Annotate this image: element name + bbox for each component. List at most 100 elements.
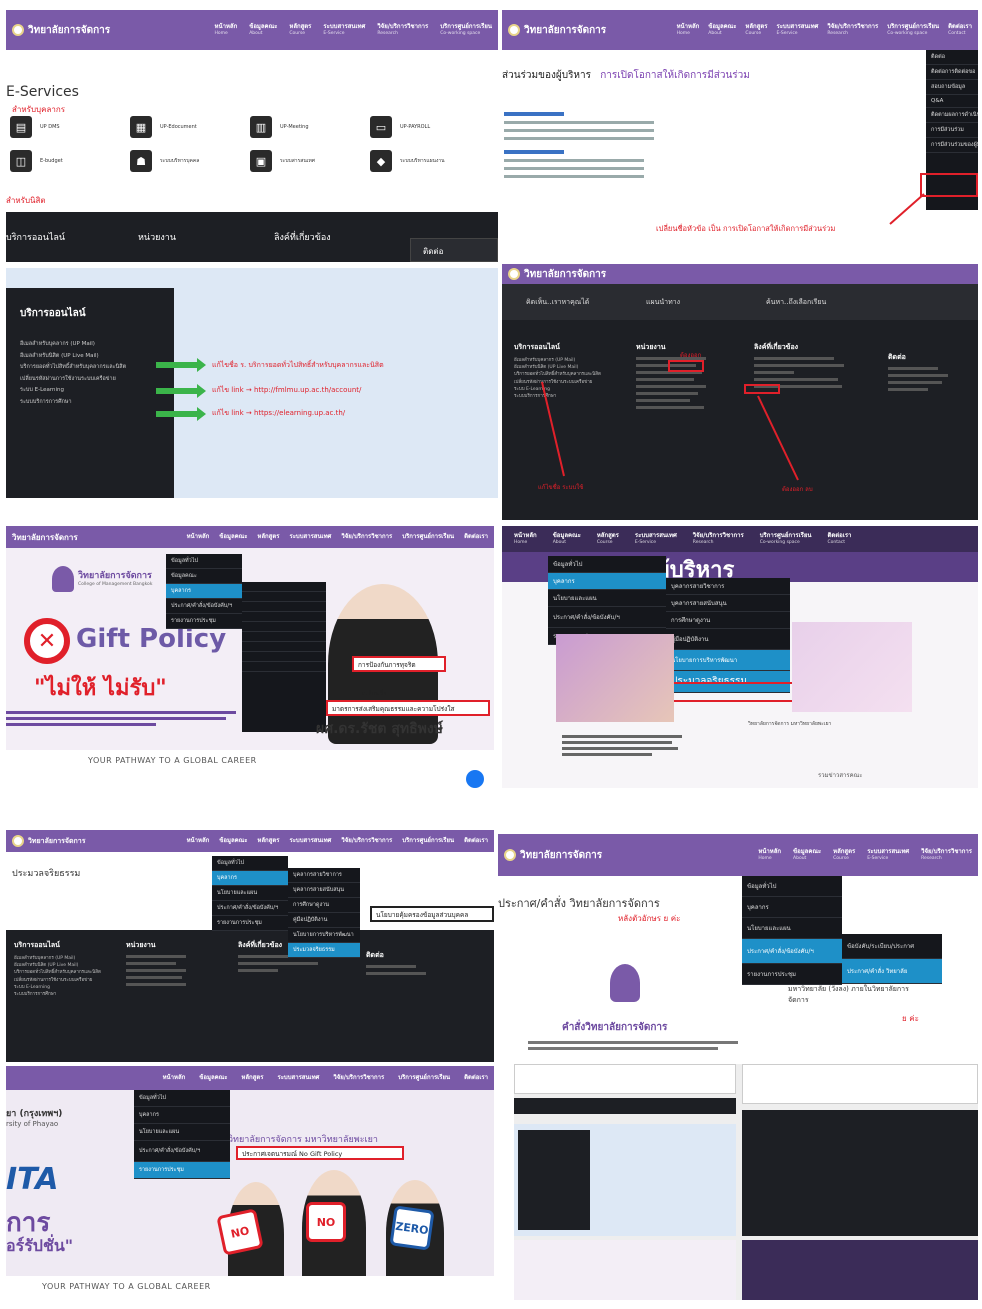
nav-contact[interactable]: ติดต่อเรา	[464, 837, 488, 845]
nav-home[interactable]: หน้าหลัก	[163, 1074, 186, 1082]
menu-item[interactable]: ข้อมูลทั่วไป	[548, 556, 666, 573]
menu-item[interactable]: บุคลากร	[742, 897, 842, 918]
nav-eservice[interactable]: ระบบสารสนเทศ E-Service	[776, 23, 818, 36]
nav-eservice[interactable]: ระบบสารสนเทศ E-Service	[867, 848, 909, 861]
menu-item[interactable]: การศึกษาดูงาน	[288, 898, 360, 913]
col-item[interactable]: เปลี่ยนรหัสผ่านการใช้งานระบบเครือข่าย	[14, 977, 101, 984]
nav-coworking[interactable]: บริการศูนย์การเรียน	[398, 1074, 450, 1082]
menu-item[interactable]: บุคลากรสายสนับสนุน	[666, 595, 790, 612]
nav-course[interactable]: หลักสูตร Course	[289, 23, 311, 36]
menu-item[interactable]: รายงานการประชุม	[212, 916, 288, 931]
service-item[interactable]: ▦ UP-Edocument	[130, 116, 250, 138]
menu-item[interactable]: สอบถามข้อมูล	[926, 80, 978, 95]
online-item[interactable]: เปลี่ยนรหัสผ่านการใช้งานระบบเครือข่าย	[20, 374, 160, 386]
nav-coworking[interactable]: บริการศูนย์การเรียน	[402, 837, 454, 845]
menu-item[interactable]: ข้อมูลทั่วไป	[166, 554, 242, 569]
nav-about[interactable]: ข้อมูลคณะ	[219, 533, 247, 541]
menu-item[interactable]: บุคลากร	[134, 1107, 230, 1124]
menu-item[interactable]: นโยบายการบริหารพัฒนา	[288, 928, 360, 943]
nav-home[interactable]: หน้าหลัก Home	[514, 532, 537, 545]
service-item[interactable]: ▤ UP DMS	[10, 116, 130, 138]
nav-home[interactable]: หน้าหลัก	[187, 533, 210, 541]
site-logo[interactable]: วิทยาลัยการจัดการ	[508, 23, 606, 38]
menu-item[interactable]: ประกาศ/คำสั่ง/ข้อบังคับ/ฯ	[134, 1141, 230, 1162]
service-item[interactable]: ◆ ระบบบริหารแผนงาน	[370, 150, 490, 172]
menu-item[interactable]: นโยบายและแผน	[742, 918, 842, 939]
nav-eservice[interactable]: ระบบสารสนเทศ E-Service	[323, 23, 365, 36]
menu-item[interactable]: ข้อมูลทั่วไป	[212, 856, 288, 871]
col-item[interactable]: ระบบ E-Learning	[14, 984, 101, 991]
online-item[interactable]: อีเมลสำหรับนิสิต (UP Live Mail)	[20, 351, 160, 363]
more-news-link[interactable]: รวมข่าวสารคณะ	[818, 770, 862, 780]
nav-about[interactable]: ข้อมูลคณะ About	[249, 23, 277, 36]
service-item[interactable]: ☗ ระบบบริหารบุคคล	[130, 150, 250, 172]
nav-home[interactable]: หน้าหลัก Home	[758, 848, 781, 861]
nav-coworking[interactable]: บริการศูนย์การเรียน	[402, 533, 454, 541]
menu-item-active[interactable]: บุคลากร	[212, 871, 288, 886]
nav-contact[interactable]: ติดต่อเรา	[464, 1074, 488, 1082]
menu-item[interactable]: ประกาศ/คำสั่ง/ข้อบังคับ/ฯ	[212, 901, 288, 916]
nav-research[interactable]: วิจัย/บริการวิชาการ Research	[827, 23, 878, 36]
nav-eservice[interactable]: ระบบสารสนเทศ	[277, 1074, 319, 1082]
menu-item[interactable]: บุคลากรสายสนับสนุน	[288, 883, 360, 898]
nav-coworking[interactable]: บริการศูนย์การเรียน Co-working space	[760, 532, 812, 545]
service-item[interactable]: ▭ UP-PAYROLL	[370, 116, 490, 138]
menu-item[interactable]: ประกาศ/คำสั่ง/ข้อบังคับ/ฯ	[166, 599, 242, 614]
contact-label[interactable]: ติดต่อ	[423, 247, 443, 256]
menu-item[interactable]: ประกาศ/คำสั่ง/ข้อบังคับ/ฯ	[548, 607, 666, 628]
menu-item-active[interactable]: ประกาศ/คำสั่ง/ข้อบังคับ/ฯ	[742, 939, 842, 964]
menu-item[interactable]: ข้อบังคับ/ระเบียบ/ประกาศ	[842, 934, 942, 959]
menu-item[interactable]: คู่มือปฏิบัติงาน	[288, 913, 360, 928]
col-item[interactable]: บริการยอดทั่วไปสิทธิ์สำหรับบุคลากรและนิส…	[14, 969, 101, 976]
menu-item[interactable]: การมีส่วนร่วมของผู้มีส่วนได้	[926, 138, 978, 153]
nav-coworking[interactable]: บริการศูนย์การเรียน Co-working space	[887, 23, 939, 36]
nav-research[interactable]: วิจัย/บริการวิชาการ Research	[693, 532, 744, 545]
col-item[interactable]: ระบบบริการการศึกษา	[14, 991, 101, 998]
service-item[interactable]: ◫ E-budget	[10, 150, 130, 172]
nav-course[interactable]: หลักสูตร Course	[597, 532, 619, 545]
footer-units[interactable]: หน่วยงาน	[138, 230, 274, 244]
nav-about[interactable]: ข้อมูลคณะ	[199, 1074, 227, 1082]
nav-contact[interactable]: ติดต่อเรา Contact	[827, 532, 851, 545]
menu-item[interactable]: ข้อมูลคณะ	[166, 569, 242, 584]
online-item[interactable]: อีเมลสำหรับบุคลากร (UP Mail)	[20, 339, 160, 351]
messenger-icon[interactable]	[466, 770, 484, 788]
menu-item[interactable]: บุคลากรสายวิชาการ	[288, 868, 360, 883]
nav-about[interactable]: ข้อมูลคณะ About	[553, 532, 581, 545]
menu-item-active[interactable]: บุคลากร	[548, 573, 666, 590]
menu-item[interactable]: นโยบายและแผน	[134, 1124, 230, 1141]
menu-item[interactable]: Q&A	[926, 95, 978, 108]
nav-research[interactable]: วิจัย/บริการวิชาการ	[341, 533, 392, 541]
menu-item-active[interactable]: ประมวลจริยธรรม	[288, 943, 360, 958]
menu-item[interactable]: บุคลากรสายวิชาการ	[666, 578, 790, 595]
nav-course[interactable]: หลักสูตร Course	[833, 848, 855, 861]
nav-contact[interactable]: ติดต่อเรา	[464, 533, 488, 541]
nav-contact[interactable]: ติดต่อเรา Contact	[948, 23, 972, 36]
menu-item[interactable]: ข้อมูลทั่วไป	[742, 876, 842, 897]
menu-item-active[interactable]: รายงานการประชุม	[134, 1162, 230, 1179]
nav-eservice[interactable]: ระบบสารสนเทศ	[289, 533, 331, 541]
nav-about[interactable]: ข้อมูลคณะ About	[708, 23, 736, 36]
nav-about[interactable]: ข้อมูลคณะ About	[793, 848, 821, 861]
site-logo[interactable]: วิทยาลัยการจัดการ	[12, 835, 85, 847]
menu-item[interactable]: นโยบายและแผน	[548, 590, 666, 607]
col-item[interactable]: อีเมลสำหรับบุคลากร (UP Mail)	[14, 955, 101, 962]
menu-item[interactable]: รายงานการประชุม	[166, 614, 242, 629]
footer-online[interactable]: บริการออนไลน์	[6, 230, 138, 244]
nav-home[interactable]: หน้าหลัก Home	[215, 23, 238, 36]
menu-item[interactable]: นโยบายและแผน	[212, 886, 288, 901]
nav-about[interactable]: ข้อมูลคณะ	[219, 837, 247, 845]
nav-course[interactable]: หลักสูตร Course	[745, 23, 767, 36]
nav-research[interactable]: วิจัย/บริการวิชาการ	[341, 837, 392, 845]
nav-coworking[interactable]: บริการศูนย์การเรียน Co-working space	[440, 23, 492, 36]
online-item[interactable]: ระบบ E-Learning	[20, 385, 160, 397]
menu-item[interactable]: ติดต่อการติดต่อขอ	[926, 65, 978, 80]
menu-item-active[interactable]: นโยบายการบริหารพัฒนา	[666, 650, 790, 671]
nav-research[interactable]: วิจัย/บริการวิชาการ Research	[377, 23, 428, 36]
menu-item-active[interactable]: บุคลากร	[166, 584, 242, 599]
nav-course[interactable]: หลักสูตร	[257, 533, 279, 541]
nav-research[interactable]: วิจัย/บริการวิชาการ Research	[921, 848, 972, 861]
nav-home[interactable]: หน้าหลัก Home	[677, 23, 700, 36]
menu-item[interactable]: การมีส่วนร่วม	[926, 123, 978, 138]
menu-item[interactable]: การศึกษาดูงาน	[666, 612, 790, 629]
